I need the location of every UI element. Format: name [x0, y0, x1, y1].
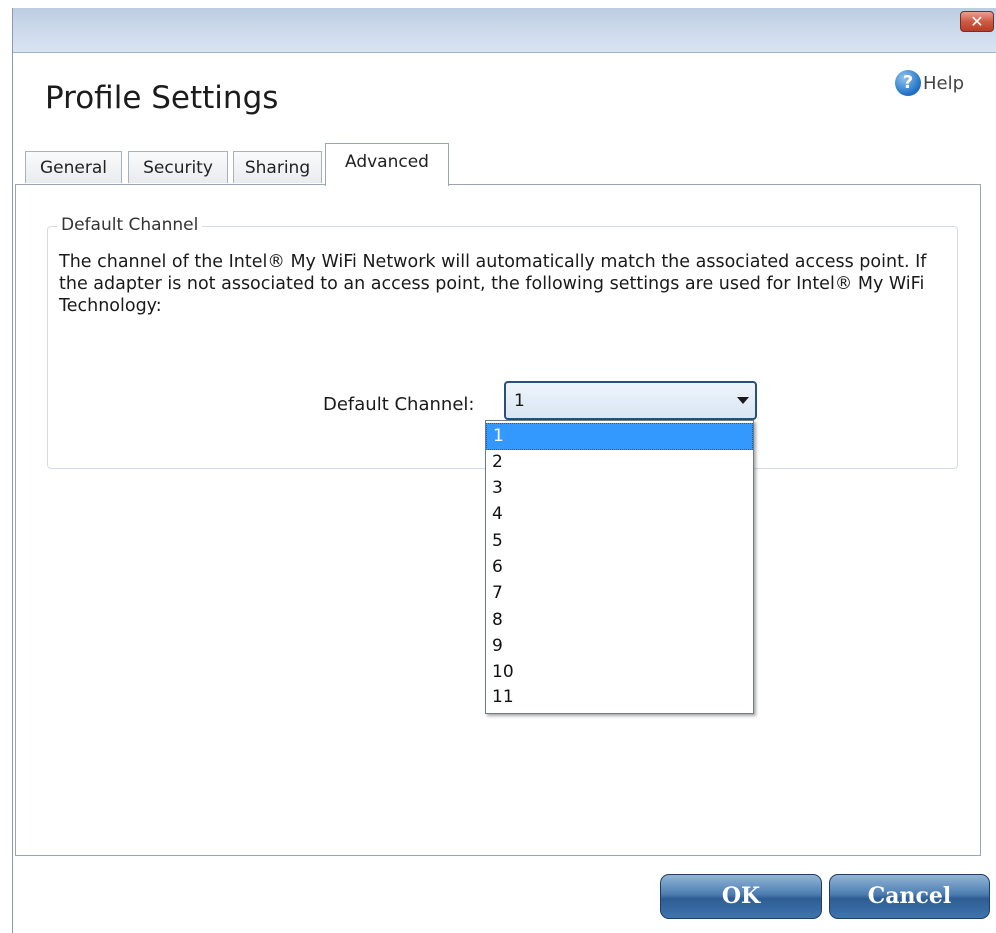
tab-advanced[interactable]: Advanced — [325, 143, 449, 186]
group-legend: Default Channel — [57, 215, 203, 235]
help-icon: ? — [895, 70, 921, 96]
default-channel-select[interactable]: 1 — [504, 381, 757, 420]
help-label: Help — [923, 72, 965, 94]
chevron-down-icon[interactable] — [737, 397, 749, 404]
tab-security[interactable]: Security — [128, 151, 228, 183]
help-link[interactable]: ? Help — [895, 70, 964, 96]
select-value: 1 — [514, 391, 525, 411]
tab-general[interactable]: General — [25, 151, 122, 183]
channel-option[interactable]: 10 — [486, 660, 753, 687]
channel-option[interactable]: 4 — [486, 502, 753, 529]
page-title: Profile Settings — [45, 80, 279, 116]
channel-option[interactable]: 5 — [486, 529, 753, 556]
channel-option[interactable]: 9 — [486, 634, 753, 661]
cancel-button[interactable]: Cancel — [829, 874, 990, 919]
title-bar: ✕ — [13, 8, 996, 53]
channel-option[interactable]: 3 — [486, 476, 753, 503]
channel-option[interactable]: 7 — [486, 581, 753, 608]
close-icon: ✕ — [970, 12, 984, 31]
channel-option[interactable]: 6 — [486, 555, 753, 582]
channel-option[interactable]: 1 — [486, 423, 753, 450]
ok-button[interactable]: OK — [660, 874, 822, 919]
channel-option[interactable]: 2 — [486, 450, 753, 477]
default-channel-label: Default Channel: — [323, 394, 475, 415]
tab-sharing[interactable]: Sharing — [233, 151, 322, 183]
channel-option[interactable]: 11 — [486, 685, 753, 712]
close-button[interactable]: ✕ — [960, 11, 994, 32]
channel-dropdown-list[interactable]: 1 2 3 4 5 6 7 8 9 10 11 — [485, 420, 754, 714]
group-description: The channel of the Intel® My WiFi Networ… — [59, 252, 927, 316]
channel-option[interactable]: 8 — [486, 608, 753, 635]
